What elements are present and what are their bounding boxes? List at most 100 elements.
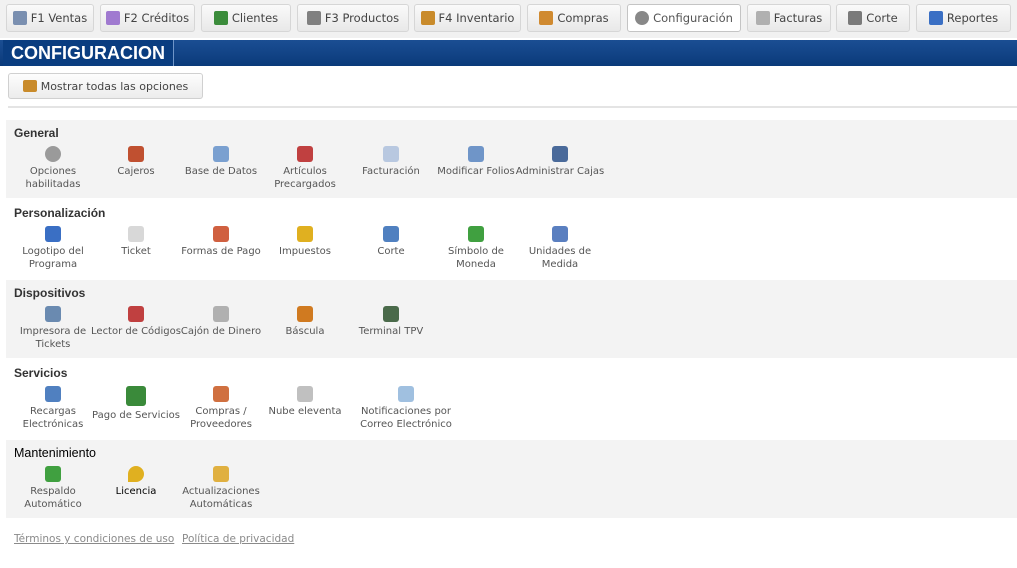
option-label: Modificar Folios — [437, 166, 515, 177]
option-label: Recargas Electrónicas — [22, 406, 84, 430]
tab-clientes[interactable]: Clientes — [201, 4, 291, 32]
option-actualizaciones-automaticas[interactable]: Actualizaciones Automáticas — [176, 462, 266, 511]
option-logotipo[interactable]: Logotipo del Programa — [8, 222, 98, 271]
option-lector-codigos[interactable]: Lector de Códigos — [91, 302, 181, 338]
tab-inventario[interactable]: F4 Inventario — [414, 4, 521, 32]
option-label: Báscula — [285, 326, 325, 337]
gear-cart-icon — [12, 11, 27, 25]
terms-link[interactable]: Términos y condiciones de uso — [14, 533, 174, 545]
update-icon — [213, 466, 229, 482]
tab-label: F3 Productos — [324, 11, 400, 25]
show-all-label: Mostrar todas las opciones — [40, 79, 189, 93]
title-bar: CONFIGURACION — [0, 40, 1017, 66]
option-formas-de-pago[interactable]: Formas de Pago — [176, 222, 266, 258]
tab-label: Corte — [866, 11, 898, 25]
mail-icon — [398, 386, 414, 402]
units-icon — [552, 226, 568, 242]
option-recargas[interactable]: Recargas Electrónicas — [8, 382, 98, 431]
section-title: Personalización — [14, 206, 106, 220]
option-opciones-habilitadas[interactable]: Opciones habilitadas — [8, 142, 98, 191]
option-label: Logotipo del Programa — [22, 246, 84, 270]
option-terminal-tpv[interactable]: Terminal TPV — [346, 302, 436, 338]
option-label: Impresora de Tickets — [19, 326, 87, 350]
tab-label: Facturas — [773, 11, 823, 25]
option-bascula[interactable]: Báscula — [260, 302, 350, 338]
option-label: Terminal TPV — [358, 326, 424, 337]
option-base-de-datos[interactable]: Base de Datos — [176, 142, 266, 178]
option-label: Cajón de Dinero — [180, 326, 262, 337]
suppliers-icon — [213, 386, 229, 402]
tab-productos[interactable]: F3 Productos — [297, 4, 409, 32]
cut-icon — [848, 11, 863, 25]
option-label: Notificaciones por Correo Electrónico — [360, 406, 452, 430]
option-administrar-cajas[interactable]: Administrar Cajas — [515, 142, 605, 178]
option-notificaciones-correo[interactable]: Notificaciones por Correo Electrónico — [346, 382, 466, 431]
option-simbolo-moneda[interactable]: Símbolo de Moneda — [431, 222, 521, 271]
option-label: Pago de Servicios — [92, 410, 180, 421]
tab-corte[interactable]: Corte — [836, 4, 910, 32]
option-label: Nube eleventa — [268, 406, 342, 417]
tab-configuracion[interactable]: Configuración — [627, 4, 741, 32]
tab-label: Configuración — [653, 11, 733, 25]
phone-icon — [45, 386, 61, 402]
show-all-options-button[interactable]: Mostrar todas las opciones — [8, 73, 203, 99]
key-icon — [128, 466, 144, 482]
option-facturacion[interactable]: Facturación — [346, 142, 436, 178]
option-nube-eleventa[interactable]: Nube eleventa — [260, 382, 350, 418]
option-pago-servicios[interactable]: Pago de Servicios — [91, 382, 181, 422]
store-icon — [22, 80, 37, 92]
option-unidades-medida[interactable]: Unidades de Medida — [515, 222, 605, 271]
tab-label: Clientes — [231, 11, 279, 25]
purchases-icon — [539, 11, 554, 25]
option-respaldo-automatico[interactable]: Respaldo Automático — [8, 462, 98, 511]
page-title: CONFIGURACION — [3, 40, 174, 66]
privacy-link[interactable]: Política de privacidad — [182, 533, 294, 545]
tab-label: F1 Ventas — [30, 11, 88, 25]
option-label: Unidades de Medida — [528, 246, 592, 270]
option-label: Lector de Códigos — [91, 326, 181, 337]
tax-icon — [297, 226, 313, 242]
option-licencia[interactable]: Licencia — [91, 462, 181, 498]
option-label: Respaldo Automático — [24, 486, 82, 510]
section-personalizacion: Personalización Logotipo del Programa Ti… — [6, 200, 1017, 278]
option-cajeros[interactable]: Cajeros — [91, 142, 181, 178]
option-label: Símbolo de Moneda — [448, 246, 504, 270]
section-dispositivos: Dispositivos Impresora de Tickets Lector… — [6, 280, 1017, 358]
option-label: Administrar Cajas — [515, 166, 605, 177]
option-compras-proveedores[interactable]: Compras / Proveedores — [176, 382, 266, 431]
option-ticket[interactable]: Ticket — [91, 222, 181, 258]
gear-icon — [45, 146, 61, 162]
tab-ventas[interactable]: F1 Ventas — [6, 4, 94, 32]
credit-icon — [105, 11, 120, 25]
tab-label: F4 Inventario — [438, 11, 515, 25]
option-cajon-dinero[interactable]: Cajón de Dinero — [176, 302, 266, 338]
articles-icon — [297, 146, 313, 162]
section-title: Servicios — [14, 366, 68, 380]
option-label: Licencia — [115, 486, 157, 497]
option-impresora-tickets[interactable]: Impresora de Tickets — [8, 302, 98, 351]
tab-compras[interactable]: Compras — [527, 4, 621, 32]
option-label: Base de Datos — [184, 166, 258, 177]
currency-icon — [468, 226, 484, 242]
section-title: General — [14, 126, 59, 140]
option-corte[interactable]: Corte — [346, 222, 436, 258]
scanner-icon — [128, 306, 144, 322]
tab-label: Compras — [557, 11, 609, 25]
option-articulos-precargados[interactable]: Artículos Precargados — [260, 142, 350, 191]
option-modificar-folios[interactable]: Modificar Folios — [431, 142, 521, 178]
tab-creditos[interactable]: F2 Créditos — [100, 4, 195, 32]
drawer-icon — [213, 306, 229, 322]
option-label: Compras / Proveedores — [190, 406, 252, 430]
tab-facturas[interactable]: Facturas — [747, 4, 831, 32]
option-impuestos[interactable]: Impuestos — [260, 222, 350, 258]
user-icon — [128, 146, 144, 162]
cashbox-icon — [552, 146, 568, 162]
option-label: Artículos Precargados — [274, 166, 336, 190]
services-icon — [126, 386, 146, 406]
option-label: Impuestos — [279, 246, 331, 257]
option-label: Facturación — [362, 166, 420, 177]
invoice-icon — [755, 11, 770, 25]
section-mantenimiento: Mantenimiento Respaldo Automático Licenc… — [6, 440, 1017, 518]
folio-icon — [468, 146, 484, 162]
tab-reportes[interactable]: Reportes — [916, 4, 1011, 32]
